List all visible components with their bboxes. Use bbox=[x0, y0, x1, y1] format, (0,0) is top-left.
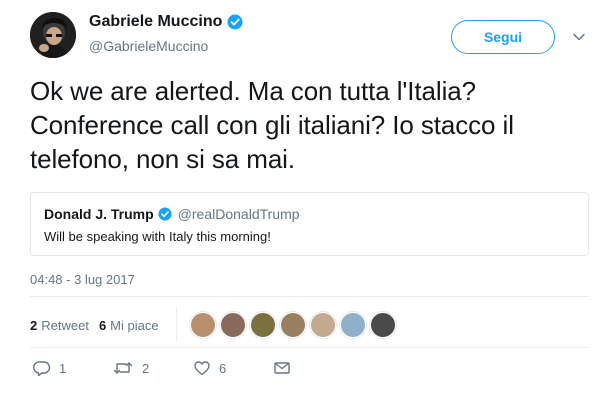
verified-badge-icon bbox=[158, 207, 172, 221]
envelope-icon bbox=[274, 362, 290, 374]
follow-button[interactable]: Segui bbox=[451, 20, 555, 54]
stats-separator bbox=[176, 308, 177, 342]
quoted-author-handle: @realDonaldTrump bbox=[177, 206, 300, 222]
retweets-stat[interactable]: 2 Retweet bbox=[30, 318, 89, 333]
divider bbox=[30, 347, 589, 348]
quoted-author-name: Donald J. Trump bbox=[44, 206, 154, 222]
direct-message-button[interactable] bbox=[273, 359, 291, 377]
quoted-author-row: Donald J. Trump @realDonaldTrump bbox=[44, 206, 300, 222]
retweet-count: 2 bbox=[142, 360, 150, 376]
retweet-button[interactable]: 2 bbox=[112, 359, 149, 377]
like-button[interactable]: 6 bbox=[193, 359, 226, 377]
avatar-image bbox=[30, 12, 76, 58]
tweet-timestamp[interactable]: 04:48 - 3 lug 2017 bbox=[30, 272, 135, 287]
reply-count: 1 bbox=[59, 360, 67, 376]
liker-avatars bbox=[190, 312, 396, 338]
divider bbox=[30, 296, 589, 297]
verified-badge-icon bbox=[227, 14, 243, 30]
likes-stat[interactable]: 6 Mi piace bbox=[99, 318, 159, 333]
likes-count: 6 bbox=[98, 318, 107, 333]
liker-avatar[interactable] bbox=[370, 312, 396, 338]
liker-avatar[interactable] bbox=[310, 312, 336, 338]
like-count: 6 bbox=[219, 360, 227, 376]
liker-avatar[interactable] bbox=[250, 312, 276, 338]
tweet-stats: 2 Retweet 6 Mi piace bbox=[30, 318, 169, 333]
author-handle[interactable]: @GabrieleMuccino bbox=[89, 38, 208, 54]
heart-icon bbox=[194, 361, 210, 376]
reply-icon bbox=[33, 361, 51, 377]
liker-avatar[interactable] bbox=[280, 312, 306, 338]
tweet-actions: 1 2 6 bbox=[30, 359, 330, 381]
liker-avatar[interactable] bbox=[190, 312, 216, 338]
tweet-text: Ok we are alerted. Ma con tutta l'Italia… bbox=[30, 76, 514, 174]
liker-avatar[interactable] bbox=[340, 312, 366, 338]
author-name-row: Gabriele Muccino bbox=[89, 13, 243, 31]
quoted-tweet-text: Will be speaking with Italy this morning… bbox=[44, 229, 271, 244]
quoted-tweet[interactable]: Donald J. Trump @realDonaldTrump Will be… bbox=[30, 192, 589, 256]
reply-button[interactable]: 1 bbox=[33, 359, 66, 377]
retweet-icon bbox=[113, 362, 133, 374]
author-name[interactable]: Gabriele Muccino bbox=[89, 13, 222, 31]
tweet: Gabriele Muccino @GabrieleMuccino Segui … bbox=[0, 0, 616, 400]
retweets-label: Retweet bbox=[41, 318, 89, 333]
avatar[interactable] bbox=[30, 12, 76, 58]
chevron-down-icon[interactable] bbox=[572, 30, 586, 44]
retweets-count: 2 bbox=[30, 318, 38, 333]
liker-avatar[interactable] bbox=[220, 312, 246, 338]
likes-label: Mi piace bbox=[110, 318, 159, 333]
